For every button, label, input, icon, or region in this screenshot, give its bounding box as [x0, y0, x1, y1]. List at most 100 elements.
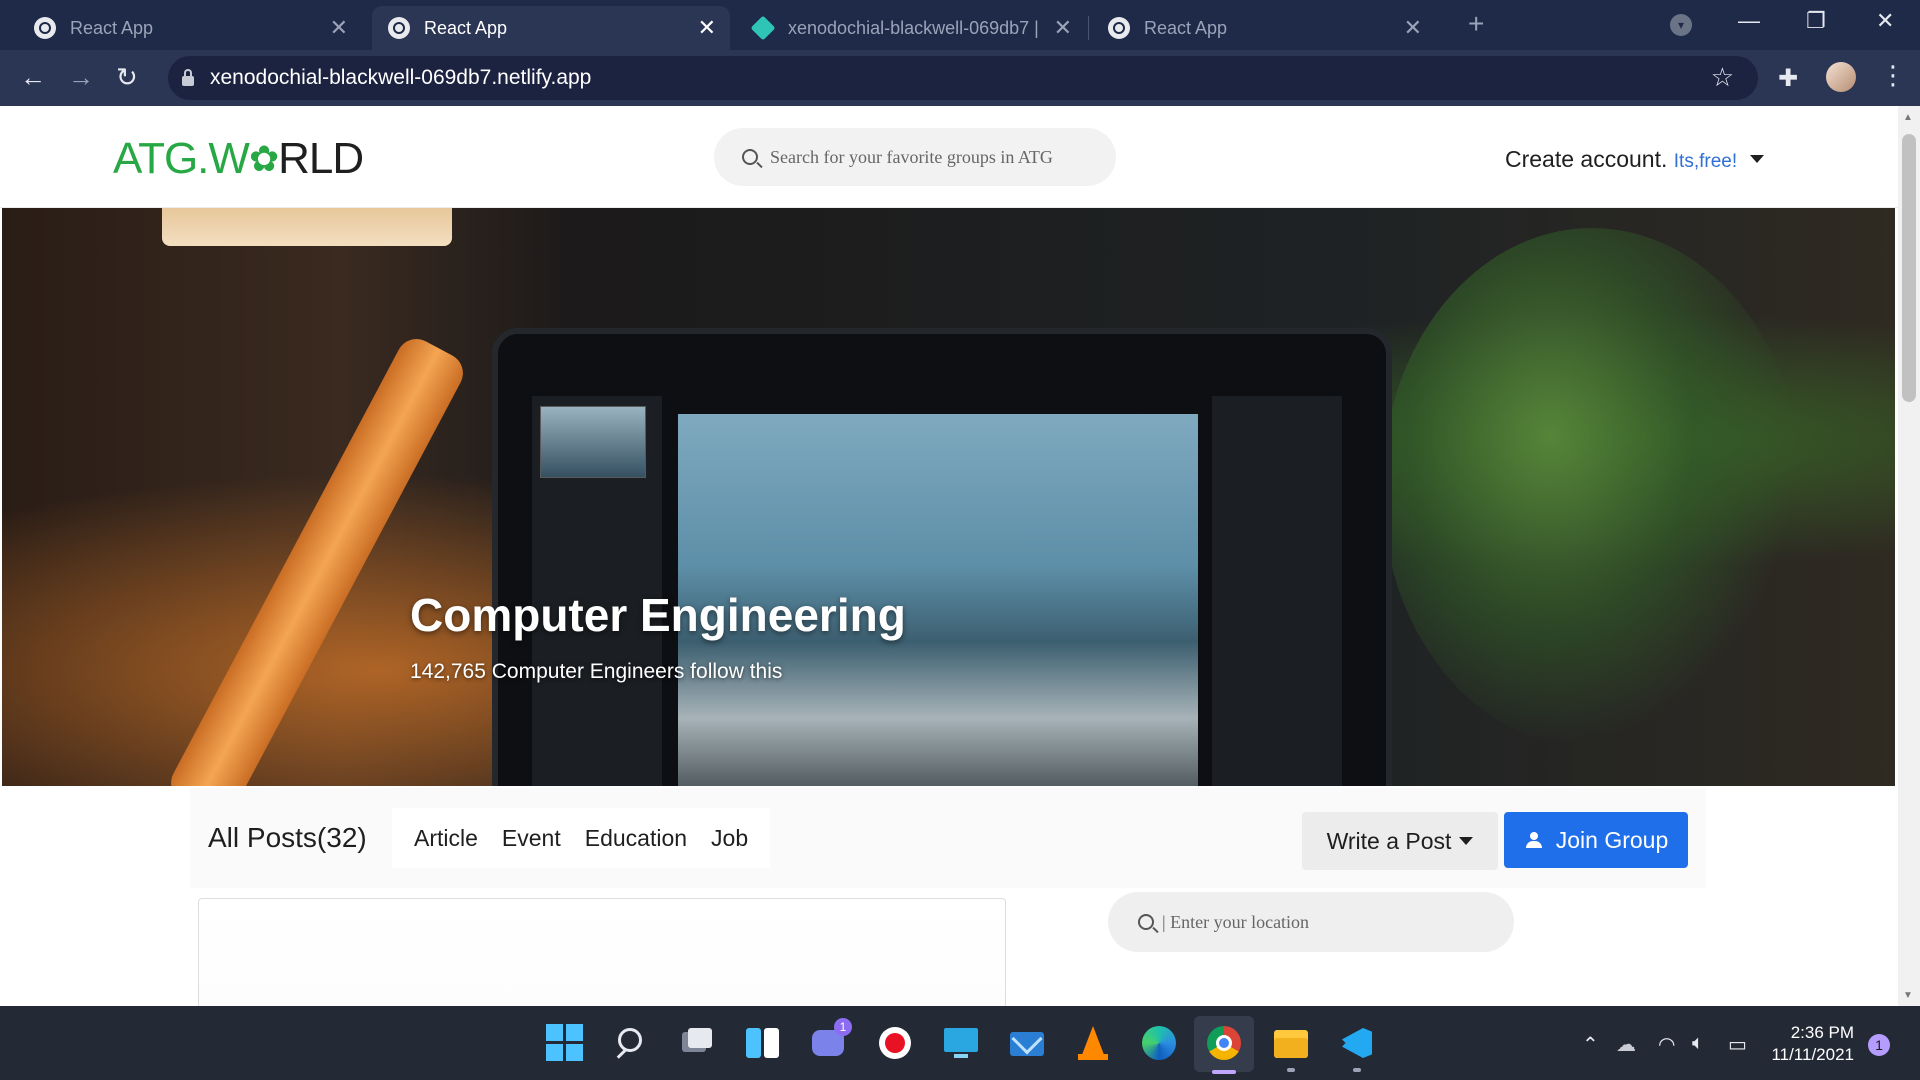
lamp-shade-image: [162, 208, 452, 246]
group-search-input[interactable]: [770, 146, 1090, 168]
hero-follower-count: 142,765 Computer Engineers follow this: [410, 660, 783, 683]
search-icon: [742, 149, 758, 165]
page-viewport: ATG.W✿RLD Create account. Its,free! Comp…: [0, 106, 1920, 1006]
notification-badge[interactable]: 1: [1868, 1034, 1890, 1056]
post-card-image[interactable]: [198, 898, 1006, 1006]
group-search-box[interactable]: [714, 128, 1116, 186]
tab-title: xenodochial-blackwell-069db7 |: [788, 17, 1039, 38]
extensions-puzzle-icon[interactable]: ✚: [1778, 64, 1798, 93]
join-group-button[interactable]: Join Group: [1504, 812, 1688, 868]
location-box[interactable]: [1108, 892, 1514, 952]
browser-tab-3[interactable]: xenodochial-blackwell-069db7 | ✕: [736, 6, 1086, 50]
scroll-up-arrow-icon[interactable]: ▲: [1903, 112, 1913, 123]
running-app-dot: [1287, 1068, 1295, 1072]
file-explorer-icon[interactable]: [1272, 1024, 1310, 1062]
url-text[interactable]: xenodochial-blackwell-069db7.netlify.app: [210, 66, 591, 90]
reload-icon[interactable]: ↻: [116, 62, 138, 93]
close-tab-icon[interactable]: ✕: [1404, 15, 1422, 41]
desktop-monitor-icon[interactable]: [942, 1024, 980, 1062]
caret-down-icon: [1749, 155, 1764, 163]
tab-title: React App: [1144, 17, 1228, 38]
search-icon[interactable]: [612, 1024, 650, 1062]
filter-article[interactable]: Article: [414, 825, 478, 852]
globe-icon: [388, 17, 410, 39]
chevron-up-icon[interactable]: ⌃: [1582, 1032, 1599, 1057]
scroll-down-arrow-icon[interactable]: ▼: [1903, 990, 1913, 1001]
tab-separator: [1088, 16, 1089, 40]
bookmark-star-icon[interactable]: ☆: [1711, 62, 1734, 93]
atg-world-logo[interactable]: ATG.W✿RLD: [113, 134, 364, 184]
minimize-button[interactable]: —: [1738, 8, 1760, 34]
site-header: ATG.W✿RLD Create account. Its,free!: [0, 106, 1898, 208]
filter-job[interactable]: Job: [711, 825, 748, 852]
restore-button[interactable]: ❐: [1806, 8, 1826, 34]
vscode-icon[interactable]: [1338, 1024, 1376, 1062]
plant-image: [1382, 228, 1802, 748]
mail-icon[interactable]: [1008, 1023, 1046, 1062]
navigator-thumbnail: [540, 406, 646, 478]
filter-education[interactable]: Education: [585, 825, 687, 852]
active-app-indicator: [1212, 1070, 1236, 1074]
chrome-icon[interactable]: [1205, 1024, 1243, 1062]
back-arrow-icon[interactable]: ←: [20, 62, 46, 93]
profile-avatar[interactable]: [1826, 62, 1856, 92]
teams-chat-icon[interactable]: 1: [810, 1018, 852, 1062]
write-post-label: Write a Post: [1326, 827, 1452, 854]
scrollbar-thumb[interactable]: [1902, 134, 1916, 402]
close-tab-icon[interactable]: ✕: [698, 15, 716, 41]
forward-arrow-icon[interactable]: →: [68, 62, 94, 93]
onedrive-error-icon[interactable]: ☁: [1616, 1032, 1636, 1057]
battery-icon[interactable]: ▭: [1728, 1032, 1747, 1057]
search-icon: [1138, 914, 1154, 930]
close-tab-icon[interactable]: ✕: [330, 15, 348, 41]
browser-tab-1[interactable]: React App ✕: [18, 6, 362, 50]
clock-date: 11/11/2021: [1771, 1045, 1854, 1064]
close-window-button[interactable]: ✕: [1876, 8, 1894, 34]
address-bar[interactable]: xenodochial-blackwell-069db7.netlify.app…: [168, 56, 1758, 100]
page-scrollbar[interactable]: ▲ ▼: [1898, 106, 1920, 1006]
laptop-image: [492, 328, 1392, 786]
lock-icon[interactable]: [182, 69, 194, 86]
filter-event[interactable]: Event: [502, 825, 561, 852]
running-app-dot: [1353, 1068, 1361, 1072]
posts-toolbar: All Posts(32) Article Event Education Jo…: [190, 788, 1706, 888]
tab-search-icon[interactable]: ▾: [1670, 14, 1692, 36]
wifi-icon[interactable]: ◠: [1658, 1032, 1675, 1057]
browser-tab-2[interactable]: React App ✕: [372, 6, 730, 50]
its-free-link[interactable]: Its,free!: [1674, 151, 1737, 172]
create-account-label: Create account.: [1505, 146, 1668, 172]
browser-tab-strip: React App ✕ React App ✕ xenodochial-blac…: [0, 0, 1920, 50]
browser-menu-icon[interactable]: ⋮: [1880, 60, 1906, 91]
hero-banner: Computer Engineering 142,765 Computer En…: [2, 208, 1895, 786]
all-posts-tab[interactable]: All Posts(32): [208, 822, 367, 854]
globe-icon: [34, 17, 56, 39]
widgets-icon[interactable]: [744, 1024, 782, 1062]
close-tab-icon[interactable]: ✕: [1054, 15, 1072, 41]
tab-title: React App: [424, 17, 508, 38]
edge-icon[interactable]: [1140, 1024, 1178, 1062]
netlify-icon: [750, 15, 776, 41]
logo-text-left: ATG.W: [113, 134, 250, 183]
volume-icon[interactable]: 🔈︎: [1692, 1032, 1704, 1055]
task-view-icon[interactable]: [678, 1024, 716, 1062]
tab-title: React App: [70, 17, 154, 38]
join-group-label: Join Group: [1555, 826, 1669, 853]
post-filter-tabs: Article Event Education Job: [392, 808, 771, 868]
windows-start-icon[interactable]: [546, 1024, 584, 1062]
vlc-icon[interactable]: [1074, 1024, 1112, 1062]
new-tab-button[interactable]: +: [1468, 8, 1484, 40]
location-input[interactable]: [1162, 911, 1482, 933]
windows-taskbar: 1 ⌃ ☁ ◠ 🔈︎ ▭ 2:36 PM 11/11/2021 1: [0, 1006, 1920, 1080]
screen-record-icon[interactable]: [876, 1024, 914, 1062]
caret-down-icon: [1459, 837, 1474, 845]
hero-title: Computer Engineering: [410, 589, 906, 641]
chat-badge: 1: [834, 1018, 852, 1036]
system-clock[interactable]: 2:36 PM 11/11/2021: [1770, 1022, 1854, 1066]
add-people-icon: [1524, 832, 1548, 848]
write-post-button[interactable]: Write a Post: [1302, 812, 1498, 870]
browser-tab-4[interactable]: React App ✕: [1092, 6, 1436, 50]
create-account-dropdown[interactable]: Create account. Its,free!: [1505, 146, 1764, 173]
lamp-arm-image: [164, 332, 470, 786]
browser-toolbar: ← → ↻ xenodochial-blackwell-069db7.netli…: [0, 50, 1920, 106]
clock-time: 2:36 PM: [1790, 1023, 1854, 1042]
